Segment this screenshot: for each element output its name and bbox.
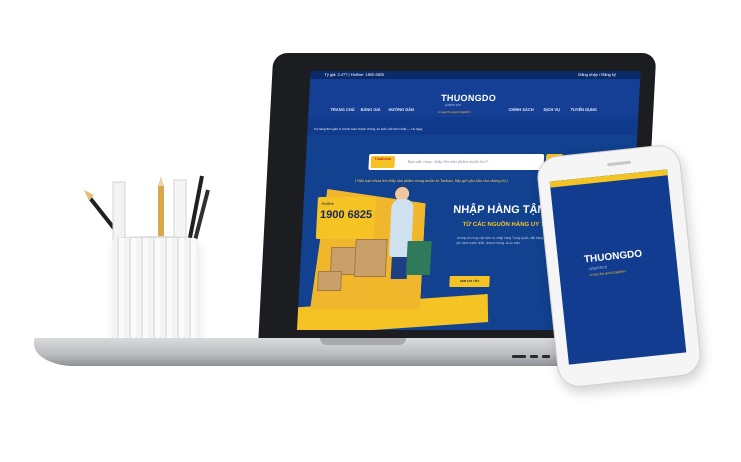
hotline-number[interactable]: 1900 6825 [320,209,373,221]
nav-item-home[interactable]: TRANG CHỦ [330,107,354,112]
search-placeholder: Bạn cần mua, nhập tên sản phẩm muốn tìm? [407,159,489,164]
phone-screen: THUONGDO LOGISTICS to say the good toget… [549,169,687,365]
nav-item-guide[interactable]: HƯỚNG DẪN [388,107,414,112]
laptop-port [530,355,538,358]
phone-logo: THUONGDO [583,248,643,266]
search-brand-select[interactable]: Tmall.com [370,156,396,168]
cup-body [112,238,198,350]
cardboard-box-icon [353,239,388,277]
hero-button-label: XEM CHI TIẾT [459,279,480,283]
topbar-login-link[interactable]: Đăng nhập / Đăng ký [578,72,616,77]
laptop-port [512,355,526,358]
laptop-notch [320,338,406,345]
trolley-icon [405,241,432,275]
phone-logo-sub: LOGISTICS [588,265,608,272]
nav-item-services[interactable]: DỊCH VỤ [543,107,560,112]
hotline-label: Hotline [321,201,335,206]
hero-subtitle: TỪ CÁC NGUỒN HÀNG UY TÍN [462,222,551,228]
site-logo-sub: LOGISTICS [444,103,461,107]
search-brand-label: Tmall.com [374,157,392,161]
hero-details-button[interactable]: XEM CHI TIẾT [449,276,490,287]
laptop-port [542,355,550,358]
topbar-left-text: Tỷ giá: 3.4?? | Hotline: 1900 6825 [324,72,385,77]
notice-text: Tra hàng đơn giản & Thanh toán nhanh chó… [313,127,423,131]
search-caption: ( Nếu bạn chưa tìm thấy sản phẩm mong mu… [354,179,508,183]
site-logo[interactable]: THUONGDO [441,93,496,103]
site-topbar: Tỷ giá: 3.4?? | Hotline: 1900 6825 Đăng … [310,71,641,79]
cardboard-box-icon [317,271,343,291]
site-navbar: TRANG CHỦ BẢNG GIÁ HƯỚNG DẪN CHÍNH SÁCH … [308,79,641,117]
nav-item-pricing[interactable]: BẢNG GIÁ [360,107,380,112]
site-logo-tagline: to say the good together [438,110,471,114]
nav-item-careers[interactable]: TUYỂN DỤNG [570,107,597,112]
nav-item-policy[interactable]: CHÍNH SÁCH [508,107,533,112]
product-mockup-scene: Tỷ giá: 3.4?? | Hotline: 1900 6825 Đăng … [0,0,741,462]
